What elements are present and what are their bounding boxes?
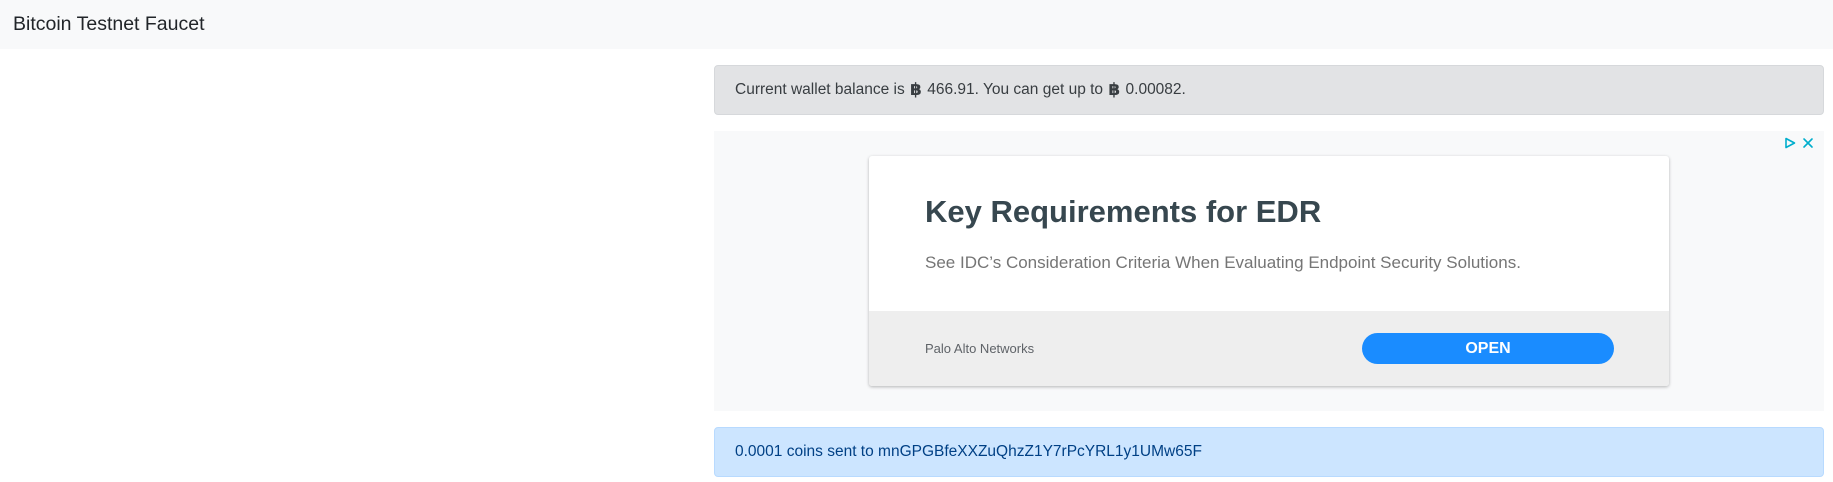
ad-open-button[interactable]: OPEN	[1362, 333, 1614, 364]
ad-card[interactable]: Key Requirements for EDR See IDC’s Consi…	[869, 156, 1669, 386]
ad-title[interactable]: Key Requirements for EDR	[925, 194, 1321, 230]
main-column: Current wallet balance is ฿ 466.91. You …	[714, 65, 1824, 477]
bitcoin-symbol-icon: ฿	[910, 80, 922, 99]
adchoices-icon[interactable]	[1784, 137, 1796, 149]
navbar: Bitcoin Testnet Faucet	[0, 0, 1833, 49]
balance-alert: Current wallet balance is ฿ 466.91. You …	[714, 65, 1824, 115]
max-amount-value: 0.00082	[1125, 81, 1182, 98]
ad-choices	[1784, 137, 1814, 149]
bitcoin-symbol-icon: ฿	[1108, 80, 1121, 99]
ad-description: See IDC’s Consideration Criteria When Ev…	[925, 253, 1521, 272]
close-icon[interactable]	[1802, 137, 1814, 149]
navbar-brand[interactable]: Bitcoin Testnet Faucet	[13, 13, 205, 36]
result-message: 0.0001 coins sent to mnGPGBfeXXZuQhzZ1Y7…	[735, 443, 1202, 460]
ad-advertiser: Palo Alto Networks	[925, 341, 1035, 356]
balance-prefix: Current wallet balance is	[735, 81, 905, 98]
balance-middle-text: . You can get up to	[974, 81, 1104, 98]
result-alert: 0.0001 coins sent to mnGPGBfeXXZuQhzZ1Y7…	[714, 427, 1824, 477]
ad-banner: Key Requirements for EDR See IDC’s Consi…	[714, 131, 1824, 411]
ad-footer: Palo Alto Networks OPEN	[869, 311, 1669, 386]
wallet-balance-value: 466.91	[927, 81, 975, 98]
balance-suffix: .	[1181, 81, 1186, 98]
